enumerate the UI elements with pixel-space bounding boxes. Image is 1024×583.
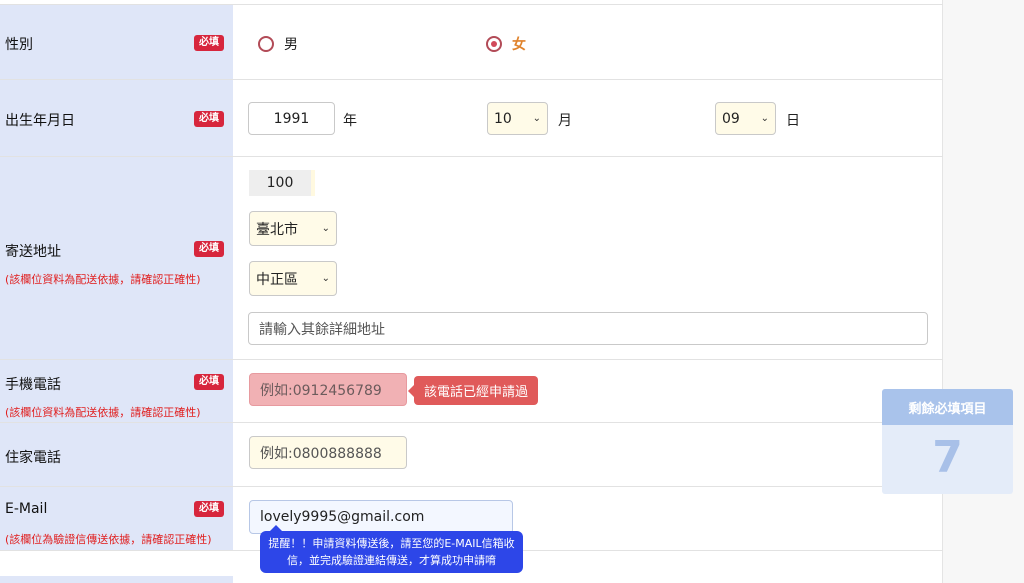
home-phone-label: 住家電話 (5, 450, 61, 466)
birth-month-value: 10 (494, 110, 512, 127)
value-cell: 例如:0912456789 該電話已經申請過 (233, 360, 943, 422)
mobile-note: (該欄位資料為配送依據，請確認正確性) (5, 406, 201, 419)
remaining-count: 7 (932, 432, 963, 483)
birthday-label: 出生年月日 (5, 113, 75, 129)
row-home-phone: 住家電話 例如:0800888888 (0, 423, 943, 487)
registration-form: 性別 必填 男 女 出生年月日 必填 1991 年 10 ⌄ 月 09 ⌄ 日 … (0, 0, 943, 583)
city-value: 臺北市 (256, 221, 298, 238)
radio-checked-icon (486, 36, 502, 52)
remaining-title: 剩餘必填項目 (882, 389, 1013, 425)
address-label: 寄送地址 (5, 244, 61, 260)
value-cell: 1991 年 10 ⌄ 月 09 ⌄ 日 (233, 80, 943, 156)
mobile-label: 手機電話 (5, 377, 61, 393)
gender-label: 性別 (5, 37, 33, 53)
birth-month-select[interactable]: 10 ⌄ (487, 102, 548, 135)
month-unit: 月 (558, 113, 572, 129)
email-label: E-Mail (5, 501, 48, 517)
label-cell (0, 576, 233, 583)
email-note: (該欄位為驗證信傳送依據，請確認正確性) (5, 533, 212, 546)
city-select[interactable]: 臺北市 ⌄ (249, 211, 337, 246)
required-badge: 必填 (194, 111, 224, 127)
district-value: 中正區 (256, 271, 298, 288)
day-unit: 日 (786, 113, 800, 129)
district-select[interactable]: 中正區 ⌄ (249, 261, 337, 296)
birth-day-value: 09 (722, 110, 740, 127)
value-cell: 100 臺北市 ⌄ 中正區 ⌄ 請輸入其餘詳細地址 (233, 157, 943, 359)
row-gender: 性別 必填 男 女 (0, 4, 943, 80)
row-address: 寄送地址 必填 (該欄位資料為配送依據，請確認正確性) 100 臺北市 ⌄ 中正… (0, 157, 943, 360)
birth-day-select[interactable]: 09 ⌄ (715, 102, 776, 135)
label-cell: 手機電話 必填 (該欄位資料為配送依據，請確認正確性) (0, 360, 233, 422)
mobile-input[interactable]: 例如:0912456789 (249, 373, 407, 406)
chevron-down-icon: ⌄ (532, 113, 541, 124)
required-badge: 必填 (194, 501, 224, 517)
row-mobile: 手機電話 必填 (該欄位資料為配送依據，請確認正確性) 例如:091245678… (0, 360, 943, 423)
label-cell: 寄送地址 必填 (該欄位資料為配送依據，請確認正確性) (0, 157, 233, 359)
chevron-down-icon: ⌄ (321, 273, 330, 284)
chevron-down-icon: ⌄ (321, 223, 330, 234)
year-unit: 年 (343, 113, 357, 129)
required-badge: 必填 (194, 241, 224, 257)
gender-option-male[interactable]: 男 (258, 34, 298, 54)
row-birthday: 出生年月日 必填 1991 年 10 ⌄ 月 09 ⌄ 日 (0, 80, 943, 157)
value-cell: 例如:0800888888 (233, 423, 943, 486)
home-phone-input[interactable]: 例如:0800888888 (249, 436, 407, 469)
email-info-tooltip: 提醒！！申請資料傳送後，請至您的E-MAIL信箱收信，並完成驗證連結傳送，才算成… (260, 525, 523, 573)
label-cell: 出生年月日 必填 (0, 80, 233, 156)
gender-option-label: 女 (512, 37, 526, 53)
label-cell: E-Mail 必填 (該欄位為驗證信傳送依據，請確認正確性) (0, 487, 233, 550)
required-badge: 必填 (194, 374, 224, 390)
remaining-required-panel: 剩餘必填項目 7 (882, 389, 1013, 494)
gender-option-label: 男 (284, 37, 298, 53)
label-cell: 住家電話 (0, 423, 233, 486)
chevron-down-icon: ⌄ (760, 113, 769, 124)
next-row-peek (0, 576, 943, 583)
radio-unchecked-icon (258, 36, 274, 52)
value-cell: 男 女 (233, 5, 943, 79)
zip-code: 100 (249, 170, 315, 196)
label-cell: 性別 必填 (0, 5, 233, 79)
gender-option-female[interactable]: 女 (486, 34, 526, 54)
mobile-error-tooltip: 該電話已經申請過 (407, 376, 539, 405)
required-badge: 必填 (194, 35, 224, 51)
address-note: (該欄位資料為配送依據，請確認正確性) (5, 273, 201, 286)
email-input[interactable]: lovely9995@gmail.com (249, 500, 513, 534)
address-detail-input[interactable]: 請輸入其餘詳細地址 (248, 312, 928, 345)
birth-year-input[interactable]: 1991 (248, 102, 335, 135)
